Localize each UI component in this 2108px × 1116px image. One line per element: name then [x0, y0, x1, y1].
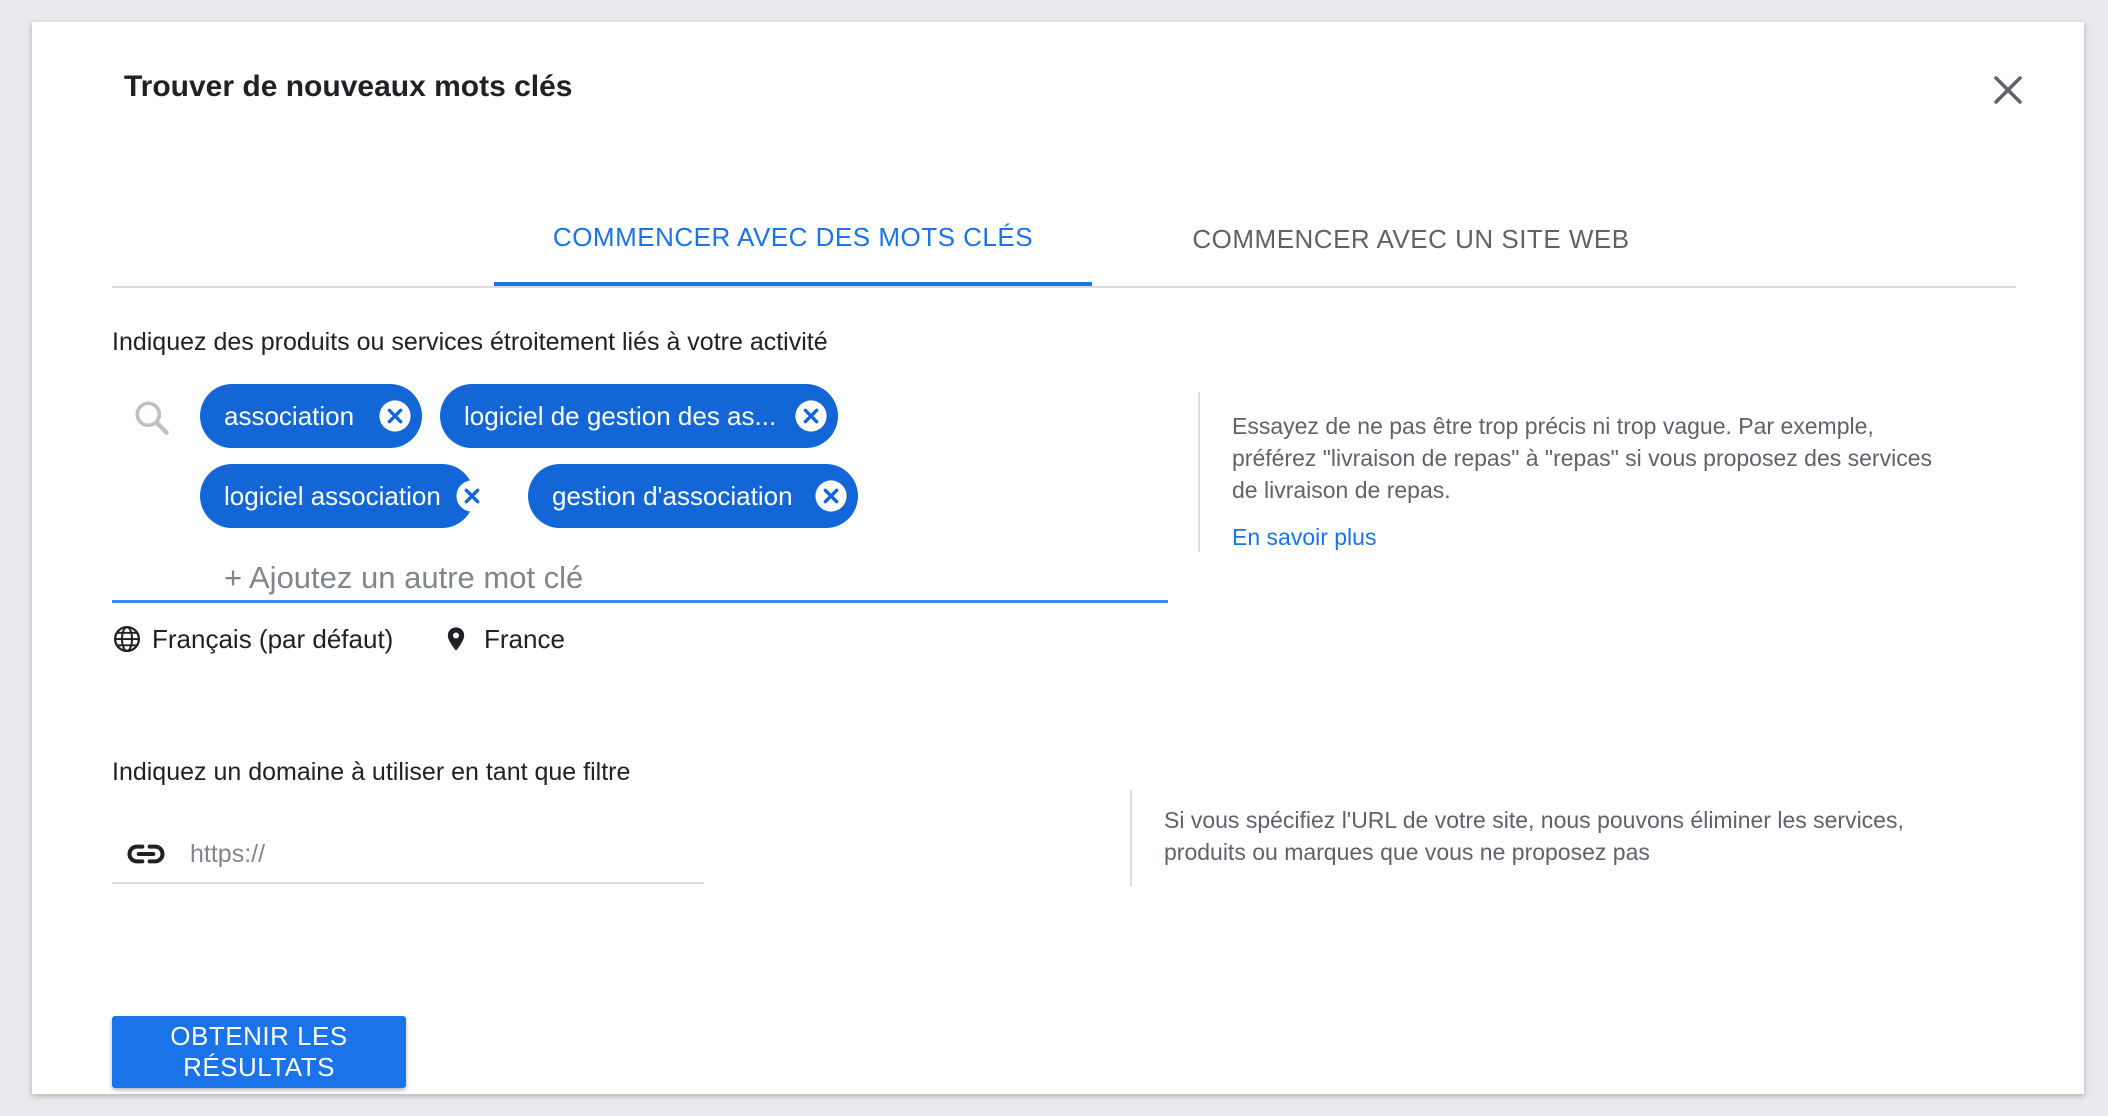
language-selector[interactable]: Français (par défaut): [112, 622, 393, 656]
chip-label: logiciel association: [224, 480, 441, 511]
domain-hint: Si vous spécifiez l'URL de votre site, n…: [1164, 807, 1904, 865]
keyword-chip: logiciel de gestion des as...: [440, 384, 838, 448]
language-label: Français (par défaut): [152, 623, 394, 654]
tab-bar: COMMENCER AVEC DES MOTS CLÉS COMMENCER A…: [112, 192, 2016, 288]
dialog-title: Trouver de nouveaux mots clés: [124, 70, 573, 103]
find-keywords-dialog: Trouver de nouveaux mots clés COMMENCER …: [32, 22, 2084, 1094]
keyword-input-underline: [112, 600, 1168, 603]
tab-label: COMMENCER AVEC UN SITE WEB: [1192, 223, 1630, 254]
remove-chip-icon[interactable]: [794, 399, 828, 433]
keywords-label: Indiquez des produits ou services étroit…: [112, 328, 828, 356]
remove-chip-icon[interactable]: [378, 399, 412, 433]
remove-chip-icon[interactable]: [814, 479, 848, 513]
get-results-button[interactable]: OBTENIR LES RÉSULTATS: [112, 1016, 406, 1088]
remove-chip-icon[interactable]: [455, 479, 489, 513]
domain-url-input[interactable]: [190, 834, 710, 874]
domain-input-underline: [112, 882, 704, 884]
add-keyword-input[interactable]: [224, 560, 1124, 596]
globe-icon: [114, 626, 140, 652]
chip-label: association: [224, 400, 355, 431]
divider: [1130, 790, 1132, 886]
chip-label: gestion d'association: [552, 480, 793, 511]
keyword-chip: gestion d'association: [528, 464, 858, 528]
chip-label: logiciel de gestion des as...: [464, 400, 777, 431]
keyword-chip: logiciel association: [200, 464, 488, 528]
search-icon: [135, 401, 169, 435]
keyword-chip: association: [200, 384, 422, 448]
tab-label: COMMENCER AVEC DES MOTS CLÉS: [552, 221, 1034, 252]
tab-start-with-website[interactable]: COMMENCER AVEC UN SITE WEB: [1112, 192, 1710, 286]
location-label: France: [484, 623, 565, 654]
keywords-hint: Essayez de ne pas être trop précis ni tr…: [1232, 413, 1932, 503]
divider: [1198, 392, 1200, 552]
location-pin-icon: [447, 627, 465, 651]
close-icon[interactable]: [1984, 66, 2032, 114]
location-selector[interactable]: France: [442, 622, 565, 656]
domain-label: Indiquez un domaine à utiliser en tant q…: [112, 758, 631, 786]
tab-start-with-keywords[interactable]: COMMENCER AVEC DES MOTS CLÉS: [494, 192, 1092, 286]
link-icon: [127, 844, 165, 864]
learn-more-link[interactable]: En savoir plus: [1232, 524, 1376, 551]
